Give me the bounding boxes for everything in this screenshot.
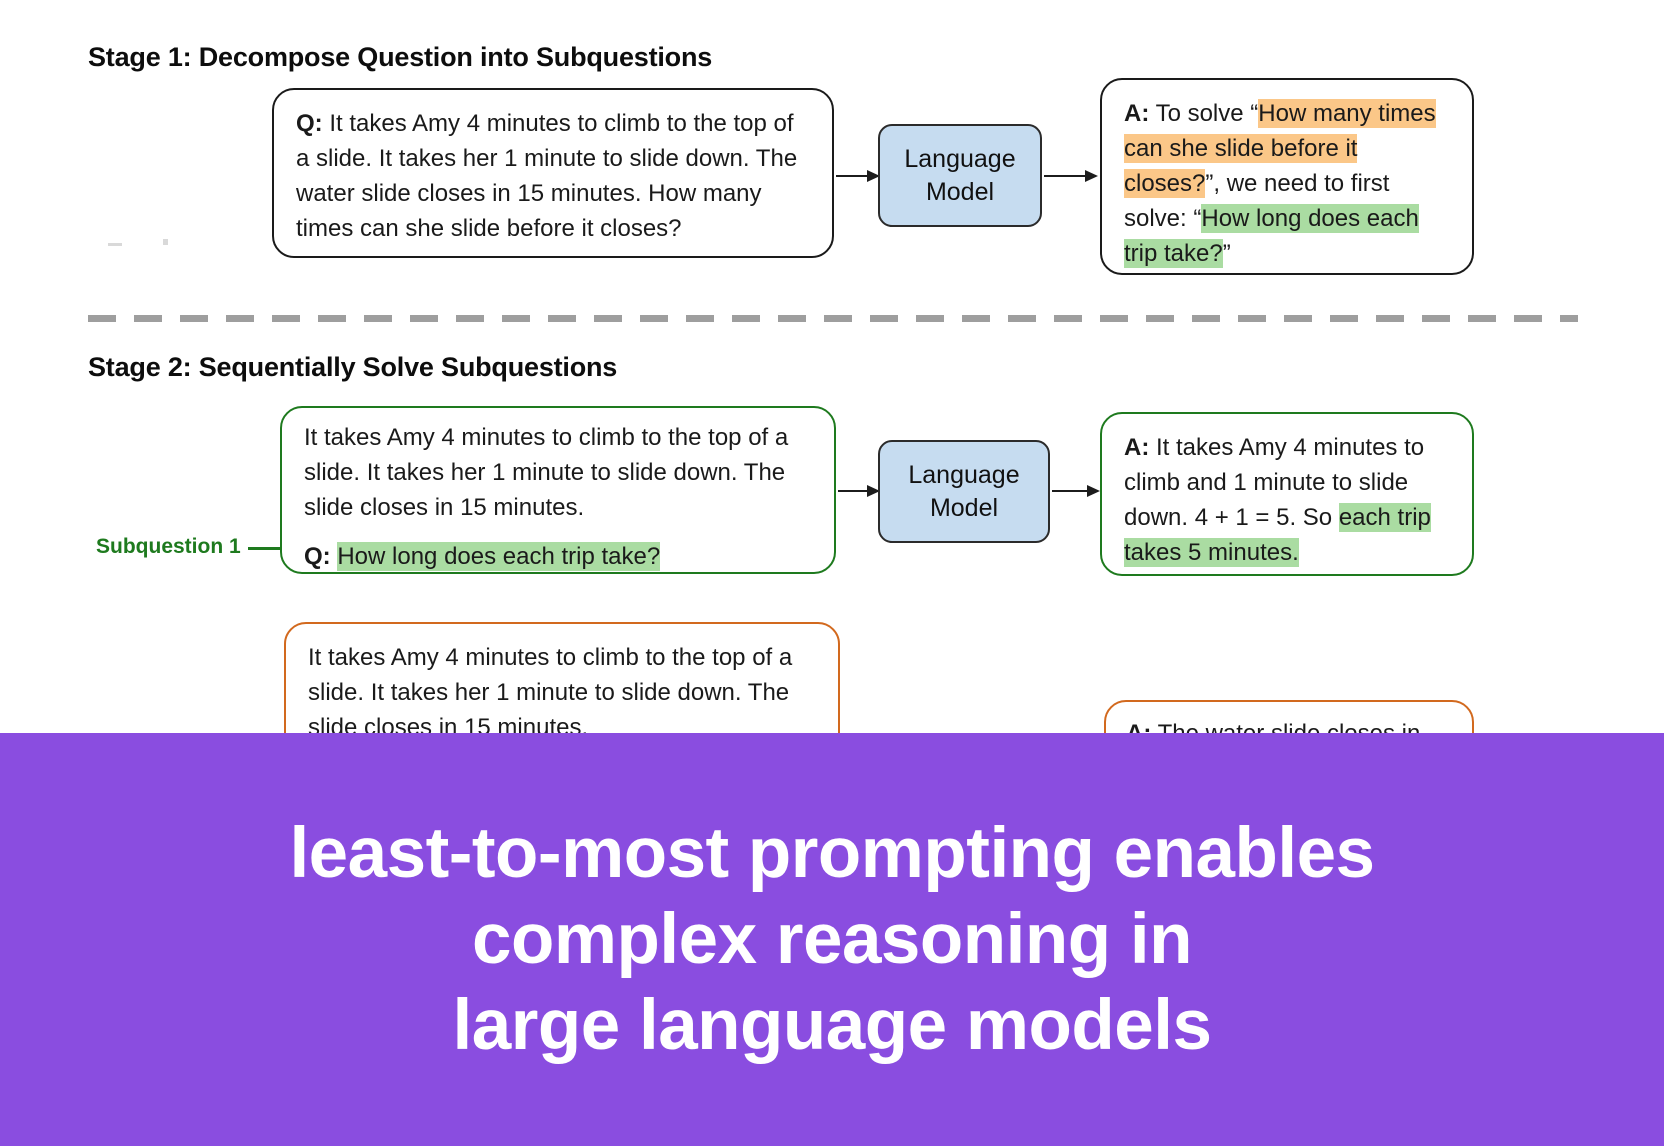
prompt-1-context: It takes Amy 4 minutes to climb to the t… <box>304 424 789 521</box>
stage2-answer-box-1: A: It takes Amy 4 minutes to climb and 1… <box>1100 412 1474 576</box>
stage-divider <box>88 315 1578 322</box>
title-banner: least-to-most prompting enables complex … <box>0 733 1664 1146</box>
prompt-1-q-highlight: How long does each trip take? <box>337 542 661 571</box>
arrow-q-to-model-1 <box>836 168 880 183</box>
stage-1-heading: Stage 1: Decompose Question into Subques… <box>88 42 713 72</box>
answer-lead: A: <box>1124 100 1150 127</box>
arrow-model-to-a-2 <box>1052 483 1100 498</box>
prompt-1-question-row: Q: How long does each trip take? <box>304 539 812 574</box>
language-model-node-2: Language Model <box>878 440 1050 543</box>
banner-line-1: least-to-most prompting enables <box>289 813 1375 893</box>
prompt-1-q-lead: Q: <box>304 543 331 570</box>
answer-part-3: ” <box>1222 240 1231 267</box>
question-text: It takes Amy 4 minutes to climb to the t… <box>296 110 798 242</box>
arrow-q-to-model-2 <box>838 483 880 498</box>
model-label-line2: Model <box>925 177 995 206</box>
banner-line-3: large language models <box>452 985 1212 1065</box>
stage-2-heading: Stage 2: Sequentially Solve Subquestions <box>88 352 618 382</box>
question-lead: Q: <box>296 110 323 137</box>
model-label-line1: Language <box>904 144 1016 173</box>
subquestion-1-label: Subquestion 1 <box>96 535 241 558</box>
stage2-prompt-box-1: It takes Amy 4 minutes to climb to the t… <box>280 406 836 574</box>
scan-speck <box>163 239 168 245</box>
stage1-answer-box: A: To solve “How many times can she slid… <box>1100 78 1474 275</box>
stage1-question-box: Q: It takes Amy 4 minutes to climb to th… <box>272 88 834 258</box>
arrow-model-to-a-1 <box>1044 168 1098 183</box>
figure-canvas: Stage 1: Decompose Question into Subques… <box>0 0 1664 1146</box>
model-label-line1: Language <box>908 460 1020 489</box>
banner-line-2: complex reasoning in <box>472 899 1192 979</box>
model-label-line2: Model <box>929 493 999 522</box>
scan-speck <box>108 243 122 246</box>
answer-1-lead: A: <box>1124 434 1150 461</box>
language-model-node-1: Language Model <box>878 124 1042 227</box>
answer-part-1: To solve “ <box>1149 100 1259 127</box>
prompt-2-context: It takes Amy 4 minutes to climb to the t… <box>308 644 793 741</box>
